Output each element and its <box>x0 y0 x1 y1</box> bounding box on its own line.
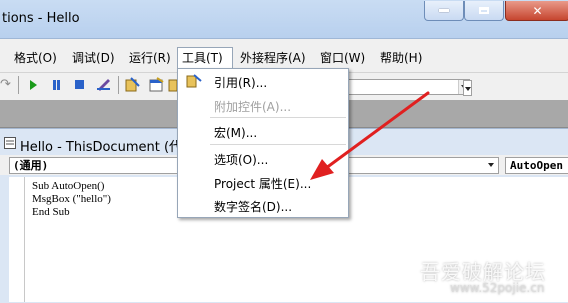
menu-item-digital-signature[interactable]: 数字签名(D)... <box>214 198 292 215</box>
menu-window[interactable]: 窗口(W) <box>316 47 369 69</box>
menu-item-additional-controls: 附加控件(A)... <box>214 100 292 114</box>
menu-item-macros[interactable]: 宏(M)... <box>214 124 257 141</box>
code-window-icon <box>4 137 16 149</box>
design-mode-icon[interactable] <box>96 77 112 91</box>
menu-item-options[interactable]: 选项(O)... <box>214 151 268 168</box>
references-icon <box>186 74 202 88</box>
redo-icon[interactable]: ↷ <box>0 77 11 92</box>
menu-format[interactable]: 格式(O) <box>10 47 61 69</box>
maximize-icon <box>479 7 489 14</box>
code-window-title: Hello - ThisDocument (代码 <box>20 140 196 155</box>
toolbar-combo-arrow[interactable] <box>463 80 472 96</box>
procedure-combo[interactable]: AutoOpen <box>505 157 568 174</box>
run-icon[interactable] <box>30 80 37 90</box>
watermark-url: www.52pojie.cn <box>450 281 545 295</box>
menu-item-project-properties[interactable]: Project 属性(E)... <box>214 175 311 192</box>
menu-run[interactable]: 运行(R) <box>125 47 175 69</box>
project-explorer-icon[interactable] <box>125 77 141 93</box>
toolbar-separator <box>18 76 19 94</box>
minimize-button[interactable] <box>424 1 464 21</box>
break-icon[interactable] <box>53 80 60 90</box>
close-button[interactable]: ✕ <box>505 1 568 21</box>
menu-item-references[interactable]: 引用(R)... <box>214 74 267 91</box>
toolbar-separator-2 <box>118 76 119 94</box>
object-combo-arrow-icon[interactable] <box>488 163 494 170</box>
menu-addins[interactable]: 外接程序(A) <box>236 47 310 69</box>
window-title: tions - Hello <box>2 11 80 26</box>
reset-icon[interactable] <box>75 80 84 89</box>
annotation-arrow <box>310 91 430 180</box>
code-gutter <box>9 177 25 302</box>
maximize-button[interactable] <box>464 1 504 21</box>
code-line[interactable]: Sub AutoOpen() <box>32 180 104 192</box>
title-bar: tions - Hello ✕ <box>0 0 568 39</box>
menu-debug[interactable]: 调试(D) <box>68 47 119 69</box>
menu-tools[interactable]: 工具(T) <box>177 47 233 69</box>
properties-window-icon[interactable] <box>148 77 164 93</box>
close-icon: ✕ <box>532 3 543 18</box>
menu-bar: 格式(O) 调试(D) 运行(R) 工具(T) 外接程序(A) 窗口(W) 帮助… <box>0 47 568 69</box>
code-line[interactable]: MsgBox ("hello") <box>32 193 111 205</box>
menu-help[interactable]: 帮助(H) <box>376 47 426 69</box>
minimize-icon <box>439 9 449 12</box>
code-line[interactable]: End Sub <box>32 206 70 218</box>
